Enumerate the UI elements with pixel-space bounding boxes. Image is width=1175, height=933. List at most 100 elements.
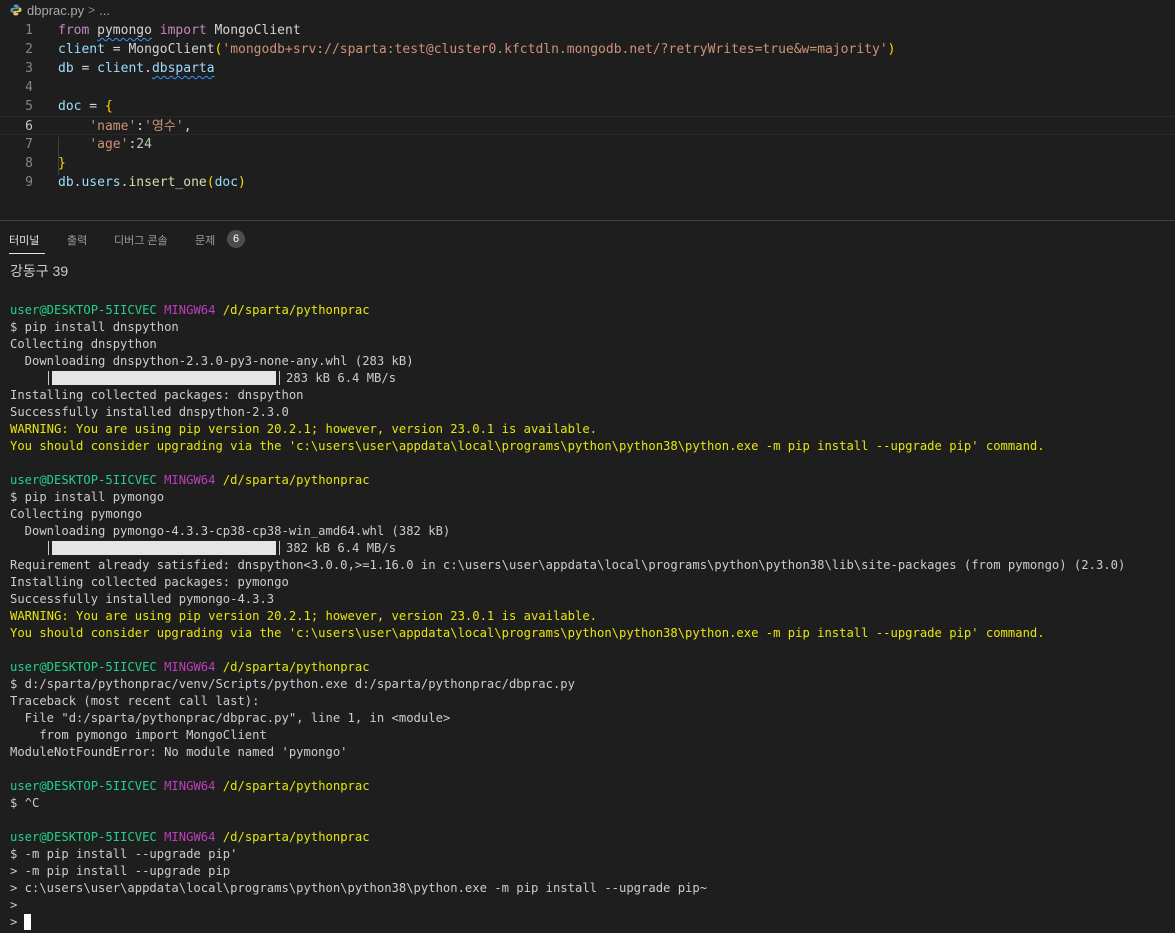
code-token: import (159, 23, 207, 38)
progress-bar-edge (279, 541, 280, 555)
terminal-output-line: File "d:/sparta/pythonprac/dbprac.py", l… (10, 710, 451, 727)
output-text: Successfully installed dnspython-2.3.0 (10, 405, 289, 419)
output-text: Successfully installed pymongo-4.3.3 (10, 592, 275, 606)
terminal-output-line: Installing collected packages: pymongo (10, 574, 289, 591)
terminal-output-line: Successfully installed dnspython-2.3.0 (10, 404, 289, 421)
output-text: 강동구 39 (10, 263, 69, 279)
terminal-output-line: > -m pip install --upgrade pip (10, 863, 230, 880)
code-token: 'age' (89, 137, 129, 152)
output-text: Requirement already satisfied: dnspython… (10, 558, 1126, 572)
output-text: File "d:/sparta/pythonprac/dbprac.py", l… (10, 711, 451, 725)
code-text: db.users.insert_one(doc) (58, 173, 246, 192)
code-token: 'mongodb+srv://sparta:test@cluster0.kfct… (222, 42, 888, 57)
code-token: = (73, 61, 98, 76)
prompt-user: user@DESKTOP-5IICVEC (10, 303, 157, 317)
tab-output[interactable]: 출력 (67, 232, 87, 248)
output-text: $ pip install pymongo (10, 490, 165, 504)
terminal-output-line: Downloading dnspython-2.3.0-py3-none-any… (10, 353, 414, 370)
terminal-output[interactable]: 강동구 39 user@DESKTOP-5IICVEC MINGW64 /d/sp… (10, 263, 1170, 933)
warning-text: WARNING: You are using pip version 20.2.… (10, 609, 597, 623)
problems-count-badge[interactable]: 6 (227, 230, 245, 248)
prompt-user: user@DESKTOP-5IICVEC (10, 473, 157, 487)
terminal-output-line: Requirement already satisfied: dnspython… (10, 557, 1125, 574)
tab-terminal[interactable]: 터미널 (9, 232, 39, 248)
code-line[interactable]: 7 'age':24 (0, 135, 1175, 154)
prompt-shell: MINGW64 (164, 303, 216, 317)
line-number: 7 (25, 137, 33, 152)
code-token: 24 (136, 137, 152, 152)
output-text: $ pip install dnspython (10, 320, 179, 334)
code-line[interactable]: 6 'name':'영수', (0, 116, 1175, 135)
progress-bar-edge (48, 371, 49, 385)
code-line[interactable]: 3 db = client.dbsparta (0, 59, 1175, 78)
output-text: Installing collected packages: dnspython (10, 388, 304, 402)
code-token: MongoClient (206, 23, 301, 38)
breadcrumb-more[interactable]: ... (99, 3, 110, 18)
output-text: from pymongo import MongoClient (10, 728, 267, 742)
terminal-output-line: Collecting dnspython (10, 336, 157, 353)
chevron-right-icon: > (88, 3, 96, 17)
code-token: . (144, 61, 152, 76)
output-text: Collecting dnspython (10, 337, 157, 351)
terminal-output-line: $ ^C (10, 795, 39, 812)
output-text: $ d:/sparta/pythonprac/venv/Scripts/pyth… (10, 677, 575, 691)
code-token: ( (206, 175, 215, 190)
output-text: $ -m pip install --upgrade pip' (10, 847, 238, 861)
terminal-output-line: $ -m pip install --upgrade pip' (10, 846, 237, 863)
prompt-shell: MINGW64 (164, 473, 216, 487)
output-text: Installing collected packages: pymongo (10, 575, 289, 589)
prompt-path: /d/sparta/pythonprac (222, 660, 370, 674)
code-token: '영수' (144, 119, 184, 134)
progress-bar-edge (279, 371, 280, 385)
code-token: : (136, 119, 145, 134)
prompt-shell: MINGW64 (164, 830, 216, 844)
code-token: ) (887, 42, 896, 57)
prompt-user: user@DESKTOP-5IICVEC (10, 830, 157, 844)
panel-tabs: 터미널 출력 디버그 콘솔 문제 6 (0, 221, 1175, 255)
code-line[interactable]: 4 (0, 78, 1175, 97)
terminal-output-line: $ pip install pymongo (10, 489, 164, 506)
code-line[interactable]: 8} (0, 154, 1175, 173)
line-number: 3 (25, 61, 33, 76)
line-number: 1 (25, 23, 33, 38)
code-text: from pymongo import MongoClient (58, 21, 301, 40)
input-line: > (10, 914, 31, 931)
shell-prompt: user@DESKTOP-5IICVEC MINGW64 /d/sparta/p… (10, 302, 370, 319)
breadcrumb[interactable]: dbprac.py > ... (0, 0, 1175, 20)
code-token: 'name' (89, 119, 137, 134)
code-text: } (58, 154, 66, 173)
terminal-output-line: > c:\users\user\appdata\local\programs\p… (10, 880, 707, 897)
terminal-output-line: Downloading pymongo-4.3.3-cp38-cp38-win_… (10, 523, 451, 540)
code-token: insert_one (128, 175, 207, 190)
code-token: = (81, 99, 105, 114)
code-editor[interactable]: 1 from pymongo import MongoClient 2 client … (0, 21, 1175, 220)
code-token: MongoClient (128, 42, 215, 57)
code-line[interactable]: 2 client = MongoClient('mongodb+srv://spa… (0, 40, 1175, 59)
terminal-output-line: $ pip install dnspython (10, 319, 179, 336)
code-line[interactable]: 9 db.users.insert_one(doc) (0, 173, 1175, 192)
shell-prompt: user@DESKTOP-5IICVEC MINGW64 /d/sparta/p… (10, 829, 370, 846)
terminal-output-line: Successfully installed pymongo-4.3.3 (10, 591, 274, 608)
tab-debug-console[interactable]: 디버그 콘솔 (114, 232, 168, 248)
code-token: client (97, 61, 145, 76)
code-text: doc = { (58, 97, 113, 116)
output-text: > c:\users\user\appdata\local\programs\p… (10, 881, 708, 895)
warning-line: WARNING: You are using pip version 20.2.… (10, 421, 597, 438)
code-line[interactable]: 5 doc = { (0, 97, 1175, 116)
progress-bar (52, 371, 276, 385)
warning-squiggle-token: dbsparta (151, 61, 215, 76)
terminal-output-line: Collecting pymongo (10, 506, 142, 523)
code-text: client = MongoClient('mongodb+srv://spar… (58, 40, 895, 59)
code-line[interactable]: 1 from pymongo import MongoClient (0, 21, 1175, 40)
code-token: = (104, 42, 129, 57)
tab-problems[interactable]: 문제 (195, 232, 215, 248)
progress-text: 283 kB 6.4 MB/s (286, 371, 397, 385)
breadcrumb-file[interactable]: dbprac.py (27, 3, 84, 18)
progress-bar (52, 541, 276, 555)
code-token: doc (214, 175, 239, 190)
warning-text: You should consider upgrading via the 'c… (10, 439, 1045, 453)
output-text: > -m pip install --upgrade pip (10, 864, 231, 878)
